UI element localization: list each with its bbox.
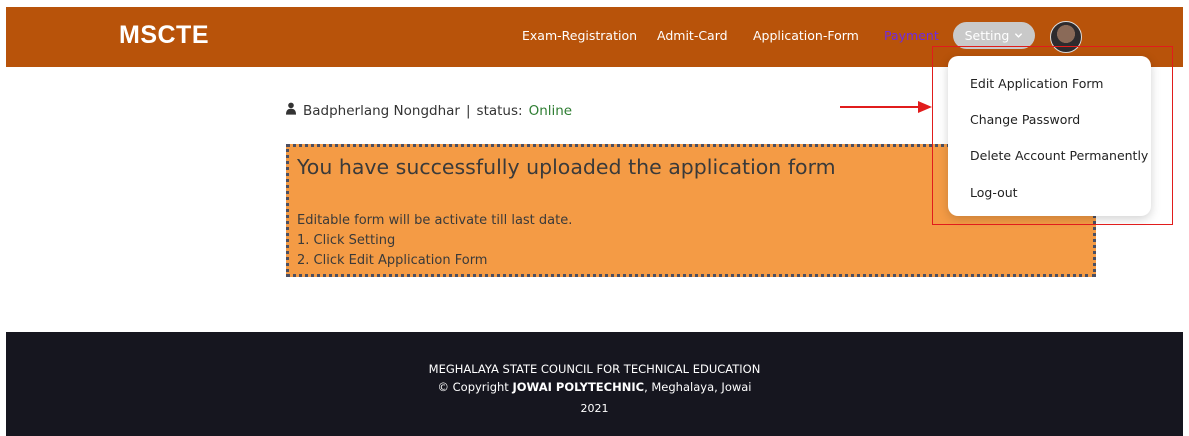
footer: MEGHALAYA STATE COUNCIL FOR TECHNICAL ED… — [6, 332, 1183, 436]
setting-label: Setting — [964, 28, 1010, 43]
instruction-line: Editable form will be activate till last… — [297, 213, 573, 228]
status-separator: | — [465, 102, 471, 119]
user-name: Badpherlang Nongdhar — [303, 102, 460, 119]
menu-item-logout[interactable]: Log-out — [970, 185, 1018, 200]
user-status-line: Badpherlang Nongdhar | status: Online — [285, 102, 572, 119]
instruction-list: Editable form will be activate till last… — [297, 211, 572, 271]
avatar[interactable] — [1050, 21, 1082, 53]
footer-copyright: © Copyright JOWAI POLYTECHNIC, Meghalaya… — [6, 380, 1183, 394]
brand-logo[interactable]: MSCTE — [119, 21, 209, 50]
instruction-line: 1. Click Setting — [297, 233, 396, 248]
copyright-name[interactable]: JOWAI POLYTECHNIC — [512, 380, 644, 394]
menu-item-delete-account[interactable]: Delete Account Permanently — [970, 148, 1148, 163]
setting-dropdown-button[interactable]: Setting — [953, 22, 1035, 49]
red-arrow-icon — [840, 98, 932, 117]
status-label: status: — [476, 102, 523, 119]
chevron-down-icon — [1014, 28, 1023, 43]
menu-item-edit-application-form[interactable]: Edit Application Form — [970, 76, 1103, 91]
nav-exam-registration[interactable]: Exam-Registration — [522, 28, 637, 43]
user-icon — [285, 102, 297, 119]
nav-admit-card[interactable]: Admit-Card — [657, 28, 728, 43]
footer-org: MEGHALAYA STATE COUNCIL FOR TECHNICAL ED… — [428, 362, 761, 376]
nav-application-form[interactable]: Application-Form — [753, 28, 859, 43]
copyright-prefix: © Copyright — [437, 380, 509, 394]
setting-dropdown-menu: Edit Application Form Change Password De… — [948, 56, 1151, 216]
success-title: You have successfully uploaded the appli… — [297, 155, 836, 179]
menu-item-change-password[interactable]: Change Password — [970, 112, 1080, 127]
status-value: Online — [528, 102, 573, 119]
nav-payment[interactable]: Payment — [884, 28, 939, 43]
copyright-suffix: , Meghalaya, Jowai — [644, 380, 752, 394]
footer-year: 2021 — [580, 402, 609, 415]
instruction-line: 2. Click Edit Application Form — [297, 253, 488, 268]
